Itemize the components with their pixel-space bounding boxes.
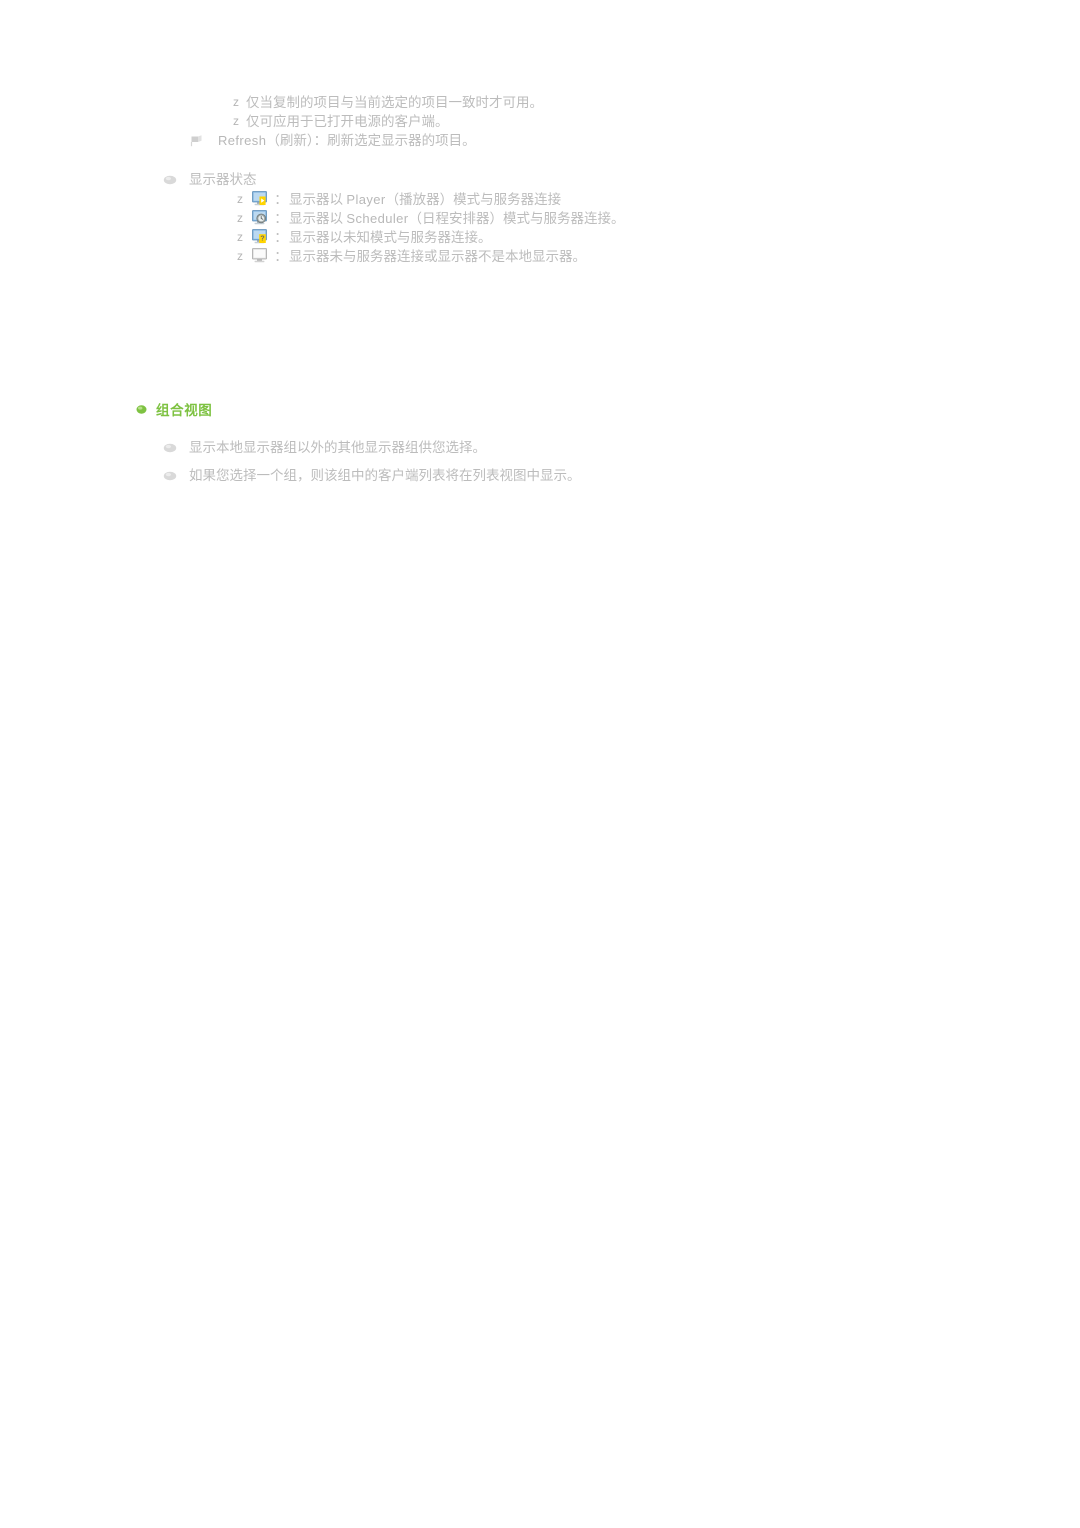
list-item-text: 仅当复制的项目与当前选定的项目一致时才可用。	[246, 95, 543, 110]
monitor-unknown-mode-icon: ?	[252, 229, 268, 244]
status-list-item-text: 显示器以未知模式与服务器连接。	[289, 230, 492, 245]
list-item: z 仅当复制的项目与当前选定的项目一致时才可用。	[233, 93, 543, 112]
monitor-disconnected-icon	[252, 248, 268, 263]
status-mode-name: Scheduler	[346, 211, 409, 226]
list-item: 显示本地显示器组以外的其他显示器组供您选择。	[163, 438, 581, 457]
help-page: z 仅当复制的项目与当前选定的项目一致时才可用。 z 仅可应用于已打开电源的客户…	[0, 0, 1080, 1528]
sphere-bullet-icon	[163, 441, 177, 455]
square-bullet-icon: z	[237, 230, 243, 244]
status-text-before: 显示器以	[289, 192, 343, 207]
monitor-status-list: z ： 显示器以 Player（播放器）模式与服务器连接 z ： 显示器以 Sc…	[237, 190, 625, 266]
copy-notes-list: z 仅当复制的项目与当前选定的项目一致时才可用。 z 仅可应用于已打开电源的客户…	[233, 93, 543, 131]
green-sphere-bullet-icon	[136, 404, 147, 415]
status-text-after: （日程安排器）模式与服务器连接。	[408, 211, 625, 226]
square-bullet-icon: z	[233, 95, 239, 109]
list-item: z 仅可应用于已打开电源的客户端。	[233, 112, 543, 131]
monitor-status-heading-row: 显示器状态	[163, 170, 257, 189]
monitor-scheduler-mode-icon	[252, 210, 268, 225]
svg-text:?: ?	[260, 236, 264, 243]
refresh-item: Refresh（刷新）：刷新选定显示器的项目。	[190, 131, 476, 150]
status-colon: ：	[274, 211, 288, 226]
status-text-before: 显示器以	[289, 211, 343, 226]
status-colon: ：	[274, 192, 288, 207]
status-colon: ：	[274, 249, 288, 264]
refresh-item-text: Refresh（刷新）：刷新选定显示器的项目。	[218, 131, 476, 150]
status-list-item: z ? ： 显示器以未知模式与服务器连接。	[237, 228, 625, 247]
sphere-bullet-icon	[163, 469, 177, 483]
status-colon: ：	[274, 230, 288, 245]
square-bullet-icon: z	[237, 249, 243, 263]
group-view-heading-row: 组合视图	[136, 399, 212, 419]
refresh-label: Refresh	[218, 133, 267, 148]
sphere-bullet-icon	[163, 173, 177, 187]
square-bullet-icon: z	[237, 211, 243, 225]
status-text-after: （播放器）模式与服务器连接	[385, 192, 562, 207]
status-list-item: z ： 显示器未与服务器连接或显示器不是本地显示器。	[237, 247, 625, 266]
flag-bullet-icon	[190, 134, 204, 148]
status-list-item-text: 显示器未与服务器连接或显示器不是本地显示器。	[289, 249, 586, 264]
monitor-status-heading: 显示器状态	[189, 172, 257, 187]
square-bullet-icon: z	[237, 192, 243, 206]
status-list-item-text: 显示器以 Player（播放器）模式与服务器连接	[289, 190, 561, 209]
status-mode-name: Player	[346, 192, 386, 207]
list-item-text: 仅可应用于已打开电源的客户端。	[246, 114, 449, 129]
list-item: 如果您选择一个组，则该组中的客户端列表将在列表视图中显示。	[163, 466, 581, 485]
status-list-item: z ： 显示器以 Scheduler（日程安排器）模式与服务器连接。	[237, 209, 625, 228]
list-item-text: 如果您选择一个组，则该组中的客户端列表将在列表视图中显示。	[189, 468, 581, 483]
group-view-heading: 组合视图	[156, 403, 213, 418]
status-list-item: z ： 显示器以 Player（播放器）模式与服务器连接	[237, 190, 625, 209]
list-item-text: 显示本地显示器组以外的其他显示器组供您选择。	[189, 440, 486, 455]
refresh-label-rest: （刷新）：刷新选定显示器的项目。	[266, 133, 476, 148]
group-view-list: 显示本地显示器组以外的其他显示器组供您选择。 如果您选择一个组，则该组中的客户端…	[163, 438, 581, 485]
status-list-item-text: 显示器以 Scheduler（日程安排器）模式与服务器连接。	[289, 209, 625, 228]
square-bullet-icon: z	[233, 114, 239, 128]
monitor-player-mode-icon	[252, 191, 268, 206]
